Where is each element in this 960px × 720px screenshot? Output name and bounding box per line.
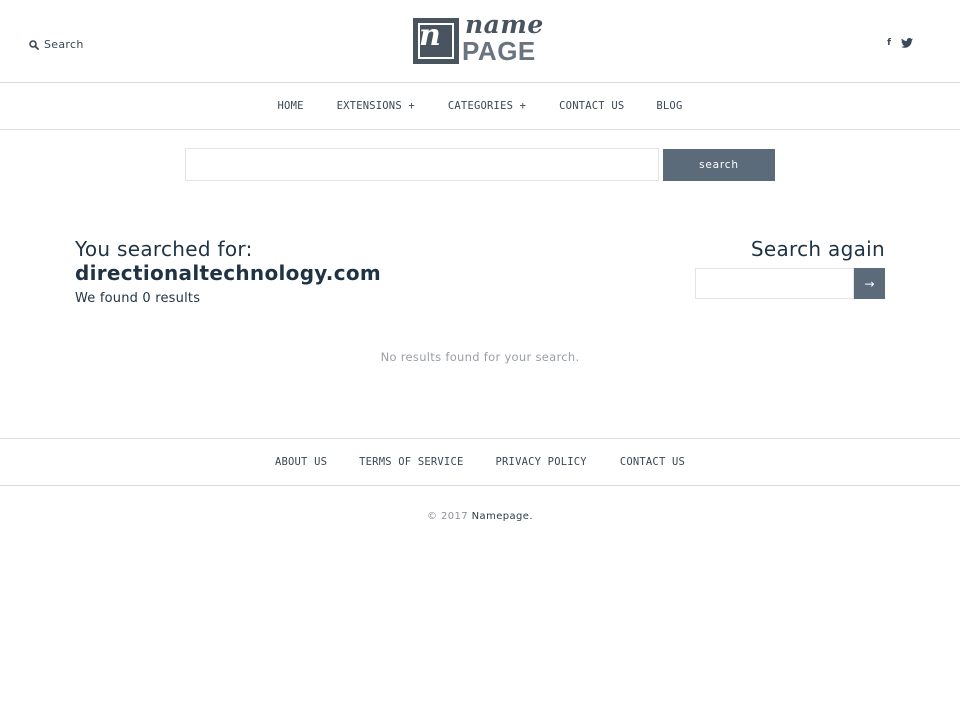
facebook-icon[interactable]: f	[887, 38, 891, 48]
main-search-button[interactable]: search	[663, 149, 775, 181]
footer-navigation: ABOUT US TERMS OF SERVICE PRIVACY POLICY…	[0, 438, 960, 486]
search-icon	[29, 39, 39, 50]
site-header: Search n name PAGE f	[0, 0, 960, 83]
header-search-link[interactable]: Search	[29, 38, 84, 51]
logo-mark: n	[413, 18, 459, 64]
main-search-input[interactable]	[185, 148, 659, 181]
results-heading: You searched for: directionaltechnology.…	[75, 237, 381, 306]
copyright-link[interactable]: Namepage.	[472, 511, 533, 522]
twitter-icon[interactable]	[901, 38, 913, 48]
footer-link-contact-us[interactable]: CONTACT US	[620, 456, 685, 468]
nav-item-contact-us[interactable]: CONTACT US	[559, 100, 624, 112]
footer-link-about-us[interactable]: ABOUT US	[275, 456, 327, 468]
main-navigation: HOME EXTENSIONS + CATEGORIES + CONTACT U…	[0, 83, 960, 130]
results-title: You searched for:	[75, 237, 253, 261]
header-search-label: Search	[44, 38, 84, 51]
results-count: We found 0 results	[75, 291, 201, 306]
search-again-widget: Search again →	[695, 237, 885, 299]
nav-item-extensions[interactable]: EXTENSIONS +	[337, 100, 415, 112]
social-links: f	[887, 38, 913, 48]
nav-item-home[interactable]: HOME	[278, 100, 304, 112]
footer-link-privacy[interactable]: PRIVACY POLICY	[496, 456, 587, 468]
copyright-text: © 2017	[427, 511, 469, 522]
copyright: © 2017 Namepage.	[0, 511, 960, 522]
search-again-submit-button[interactable]: →	[854, 268, 885, 299]
logo-mark-glyph: n	[419, 18, 441, 53]
logo-top-word: name	[465, 10, 544, 39]
logo-bottom-word: PAGE	[462, 36, 536, 66]
nav-item-categories[interactable]: CATEGORIES +	[448, 100, 526, 112]
search-again-title: Search again	[750, 237, 885, 261]
search-again-input[interactable]	[695, 268, 854, 299]
nav-item-blog[interactable]: BLOG	[656, 100, 682, 112]
search-query: directionaltechnology.com	[75, 261, 382, 285]
no-results-message: No results found for your search.	[380, 350, 580, 364]
site-logo[interactable]: n name PAGE	[413, 12, 549, 66]
main-search-form: search	[185, 148, 775, 181]
search-again-form: →	[695, 268, 885, 299]
footer-link-terms[interactable]: TERMS OF SERVICE	[359, 456, 463, 468]
